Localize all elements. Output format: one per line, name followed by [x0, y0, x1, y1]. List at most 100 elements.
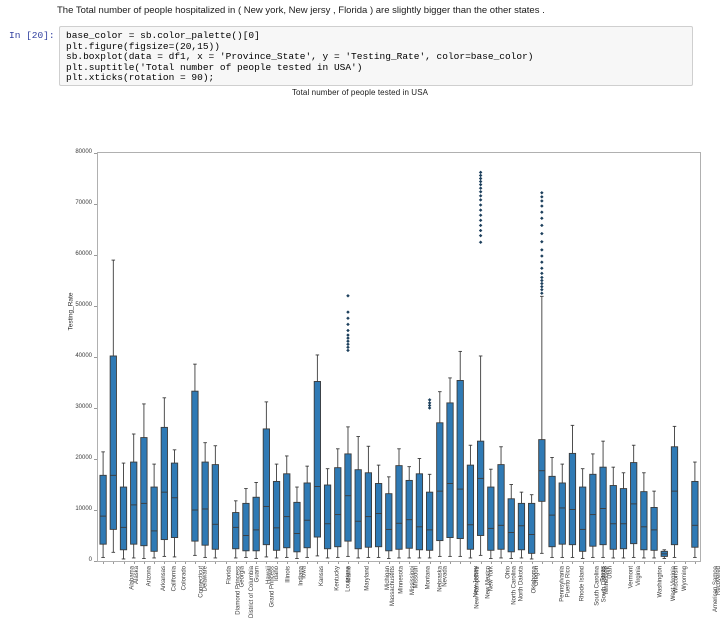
markdown-note: The Total number of people hospitalized …: [57, 4, 697, 18]
boxplot-box: [355, 437, 361, 558]
boxplot-box: [671, 426, 677, 557]
x-tick-label: Idaho: [274, 566, 280, 581]
boxplot-box: [365, 446, 371, 557]
x-tick-label: Maryland: [365, 566, 371, 591]
x-tick-label: New Jersey: [474, 566, 480, 597]
boxplot-box: [467, 445, 473, 558]
boxplot-box: [610, 467, 616, 558]
y-tick-label: 30000: [58, 404, 92, 410]
boxplot-box: [488, 469, 494, 558]
boxplot-box: [620, 473, 626, 558]
boxplot-box: [314, 355, 320, 556]
boxplot-box: [631, 445, 637, 557]
x-tick-label: Puerto Rico: [566, 566, 572, 597]
boxplot-box: [151, 464, 157, 558]
x-tick-label: Georgia: [239, 566, 245, 587]
boxplot-box: [304, 466, 310, 557]
x-tick-label: Ohio: [506, 566, 512, 579]
boxplot-box: [579, 469, 585, 559]
boxplot-box: [692, 462, 698, 557]
y-tick-label: 70000: [58, 200, 92, 206]
x-tick-label: Montana: [425, 566, 431, 589]
chart-suptitle: Total number of people tested in USA: [0, 88, 720, 97]
boxplot-box: [243, 489, 249, 558]
y-axis-label: Testing_Rate: [68, 317, 75, 331]
x-tick-label: Hawaii: [266, 566, 272, 584]
boxplot-box: [386, 477, 392, 559]
boxplot-box: [569, 425, 575, 557]
x-tick-label: Wyoming: [682, 566, 688, 591]
boxplot-box: [131, 434, 137, 558]
boxplot-box: [141, 404, 147, 559]
x-tick-label: Washington: [657, 566, 663, 597]
y-tick-label: 40000: [58, 353, 92, 359]
y-tick-label: 10000: [58, 506, 92, 512]
x-tick-label: Arkansas: [161, 566, 167, 591]
x-tick-label: Delaware: [202, 566, 208, 591]
y-tick-label: 60000: [58, 251, 92, 257]
code-editor[interactable]: base_color = sb.color_palette()[0] plt.f…: [59, 26, 693, 86]
x-tick-label: Michigan: [385, 566, 391, 590]
x-tick-label: Maine: [346, 566, 352, 582]
plot-axes: [97, 152, 701, 562]
boxplot-box: [273, 464, 279, 558]
boxplot-box: [284, 456, 290, 557]
boxplot-box: [263, 402, 269, 557]
boxplot-box: [345, 294, 351, 556]
boxplot-box: [518, 492, 524, 558]
boxplot-box: [641, 473, 647, 558]
x-tick-label: Florida: [226, 566, 232, 584]
x-tick-label: Iowa: [302, 566, 308, 579]
boxplot-box: [294, 487, 300, 558]
boxplot-box: [192, 364, 198, 555]
x-tick-label: Massachusetts: [391, 566, 397, 606]
x-tick-label: California: [172, 566, 178, 591]
x-tick-label: South Carolina: [594, 566, 600, 606]
boxplot-box: [253, 482, 259, 558]
boxplot-box: [437, 392, 443, 557]
x-tick-label: Virginia: [636, 566, 642, 586]
y-tick-label: 0: [58, 557, 92, 563]
boxplot-box: [590, 454, 596, 558]
boxplot-box: [212, 446, 218, 558]
boxplot-box: [335, 449, 341, 558]
y-tick-label: 20000: [58, 455, 92, 461]
boxplot-box: [120, 463, 126, 559]
x-tick-label: Utah: [608, 566, 614, 579]
boxplot-box: [110, 260, 116, 552]
figure-output: Total number of people tested in USA Tes…: [0, 88, 720, 641]
boxplot-box: [559, 464, 565, 557]
boxplot-box: [528, 495, 534, 559]
plot-area: [98, 153, 700, 561]
x-tick-label: Recovered: [716, 566, 720, 595]
boxplot-series: [98, 153, 700, 561]
boxplot-box: [416, 458, 422, 557]
x-tick-label: Kansas: [319, 566, 325, 586]
boxplot-box: [508, 485, 514, 559]
boxplot-box: [447, 378, 453, 557]
x-tick-label: Wisconsin: [674, 566, 680, 593]
x-tick-label: Nevada: [443, 566, 449, 587]
x-tick-label: Oregon: [534, 566, 540, 586]
x-tick-label: Vermont: [628, 566, 634, 588]
boxplot-box: [171, 450, 177, 557]
boxplot-box: [457, 351, 463, 556]
boxplot-box: [651, 491, 657, 558]
boxplot-box: [600, 441, 606, 557]
boxplot-box: [661, 550, 667, 559]
x-tick-label: Alaska: [134, 566, 140, 584]
cell-prompt-label: In [20]:: [9, 30, 57, 41]
x-tick-label: Colorado: [181, 566, 187, 590]
boxplot-box: [539, 191, 545, 553]
x-tick-label: Arizona: [146, 566, 152, 586]
boxplot-box: [549, 457, 555, 557]
code-cell[interactable]: In [20]: base_color = sb.color_palette()…: [0, 26, 720, 88]
boxplot-box: [375, 465, 381, 557]
x-tick-label: Minnesota: [399, 566, 405, 594]
boxplot-box: [406, 467, 412, 558]
y-tick-label: 80000: [58, 149, 92, 155]
boxplot-box: [161, 398, 167, 557]
boxplot-box: [477, 171, 483, 556]
x-tick-label: Missouri: [414, 566, 420, 588]
y-tick-label: 50000: [58, 302, 92, 308]
